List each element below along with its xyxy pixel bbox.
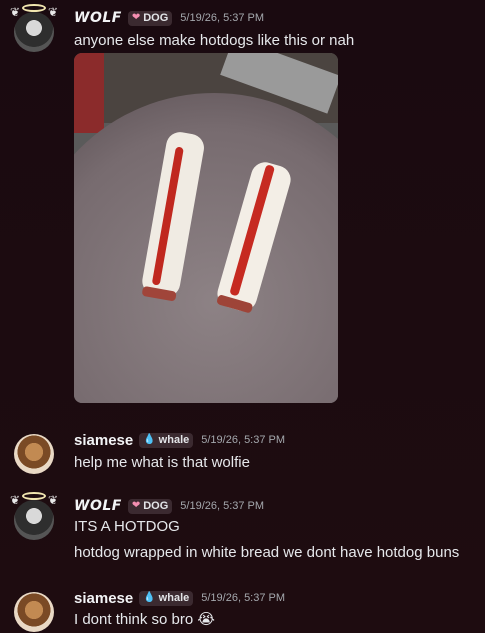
timestamp: 5/19/26, 5:37 PM	[180, 500, 265, 512]
siamese-avatar[interactable]	[12, 588, 56, 632]
author-name[interactable]: siamese	[74, 432, 133, 449]
water-drop-icon: 💧	[143, 592, 156, 603]
message-header: siamese 💧 whale 5/19/26, 5:37 PM	[74, 588, 285, 608]
tag-label: whale	[158, 434, 190, 446]
server-tag[interactable]: 💧 whale	[139, 590, 194, 606]
heart-icon: ❤	[131, 12, 141, 23]
wolf-avatar[interactable]: ❦ ❦	[10, 492, 58, 540]
avatar	[14, 434, 54, 474]
server-tag[interactable]: ❤ DOG	[127, 498, 173, 514]
siamese-avatar[interactable]	[12, 430, 56, 474]
message-text: help me what is that wolfie	[74, 454, 250, 471]
wing-icon: ❦	[10, 5, 21, 19]
wolf-avatar[interactable]: ❦ ❦	[10, 4, 58, 52]
tag-label: DOG	[143, 12, 169, 24]
timestamp: 5/19/26, 5:37 PM	[180, 12, 265, 24]
message-4: siamese 💧 whale 5/19/26, 5:37 PM I dont …	[0, 586, 485, 633]
server-tag[interactable]: ❤ DOG	[127, 10, 173, 26]
message-1: ❦ ❦ WOLF ❤ DOG 5/19/26, 5:37 PM anyone e…	[0, 0, 485, 410]
wing-icon: ❦	[10, 493, 21, 507]
image-attachment[interactable]	[74, 53, 338, 403]
wing-icon: ❦	[47, 493, 58, 507]
crying-emoji-icon: 😭	[197, 611, 215, 628]
message-text: I dont think so bro 😭	[74, 610, 215, 628]
message-text-content: I dont think so bro	[74, 611, 194, 628]
halo-icon	[22, 492, 46, 500]
timestamp: 5/19/26, 5:37 PM	[201, 592, 286, 604]
tag-label: DOG	[143, 500, 169, 512]
halo-icon	[22, 4, 46, 12]
author-name[interactable]: WOLF	[74, 10, 122, 26]
avatar	[14, 500, 54, 540]
timestamp: 5/19/26, 5:37 PM	[201, 434, 286, 446]
avatar	[14, 592, 54, 632]
message-text: hotdog wrapped in white bread we dont ha…	[74, 544, 460, 561]
author-name[interactable]: WOLF	[74, 498, 122, 514]
message-text: anyone else make hotdogs like this or na…	[74, 32, 355, 49]
message-header: WOLF ❤ DOG 5/19/26, 5:37 PM	[74, 8, 264, 28]
heart-icon: ❤	[131, 500, 141, 511]
message-3: ❦ ❦ WOLF ❤ DOG 5/19/26, 5:37 PM ITS A HO…	[0, 490, 485, 570]
water-drop-icon: 💧	[143, 434, 156, 445]
avatar	[14, 12, 54, 52]
message-header: WOLF ❤ DOG 5/19/26, 5:37 PM	[74, 496, 264, 516]
message-text: ITS A HOTDOG	[74, 518, 180, 535]
author-name[interactable]: siamese	[74, 590, 133, 607]
server-tag[interactable]: 💧 whale	[139, 432, 194, 448]
wing-icon: ❦	[47, 5, 58, 19]
hotdog-photo	[74, 53, 338, 403]
tag-label: whale	[158, 592, 190, 604]
message-header: siamese 💧 whale 5/19/26, 5:37 PM	[74, 430, 285, 450]
message-2: siamese 💧 whale 5/19/26, 5:37 PM help me…	[0, 428, 485, 478]
